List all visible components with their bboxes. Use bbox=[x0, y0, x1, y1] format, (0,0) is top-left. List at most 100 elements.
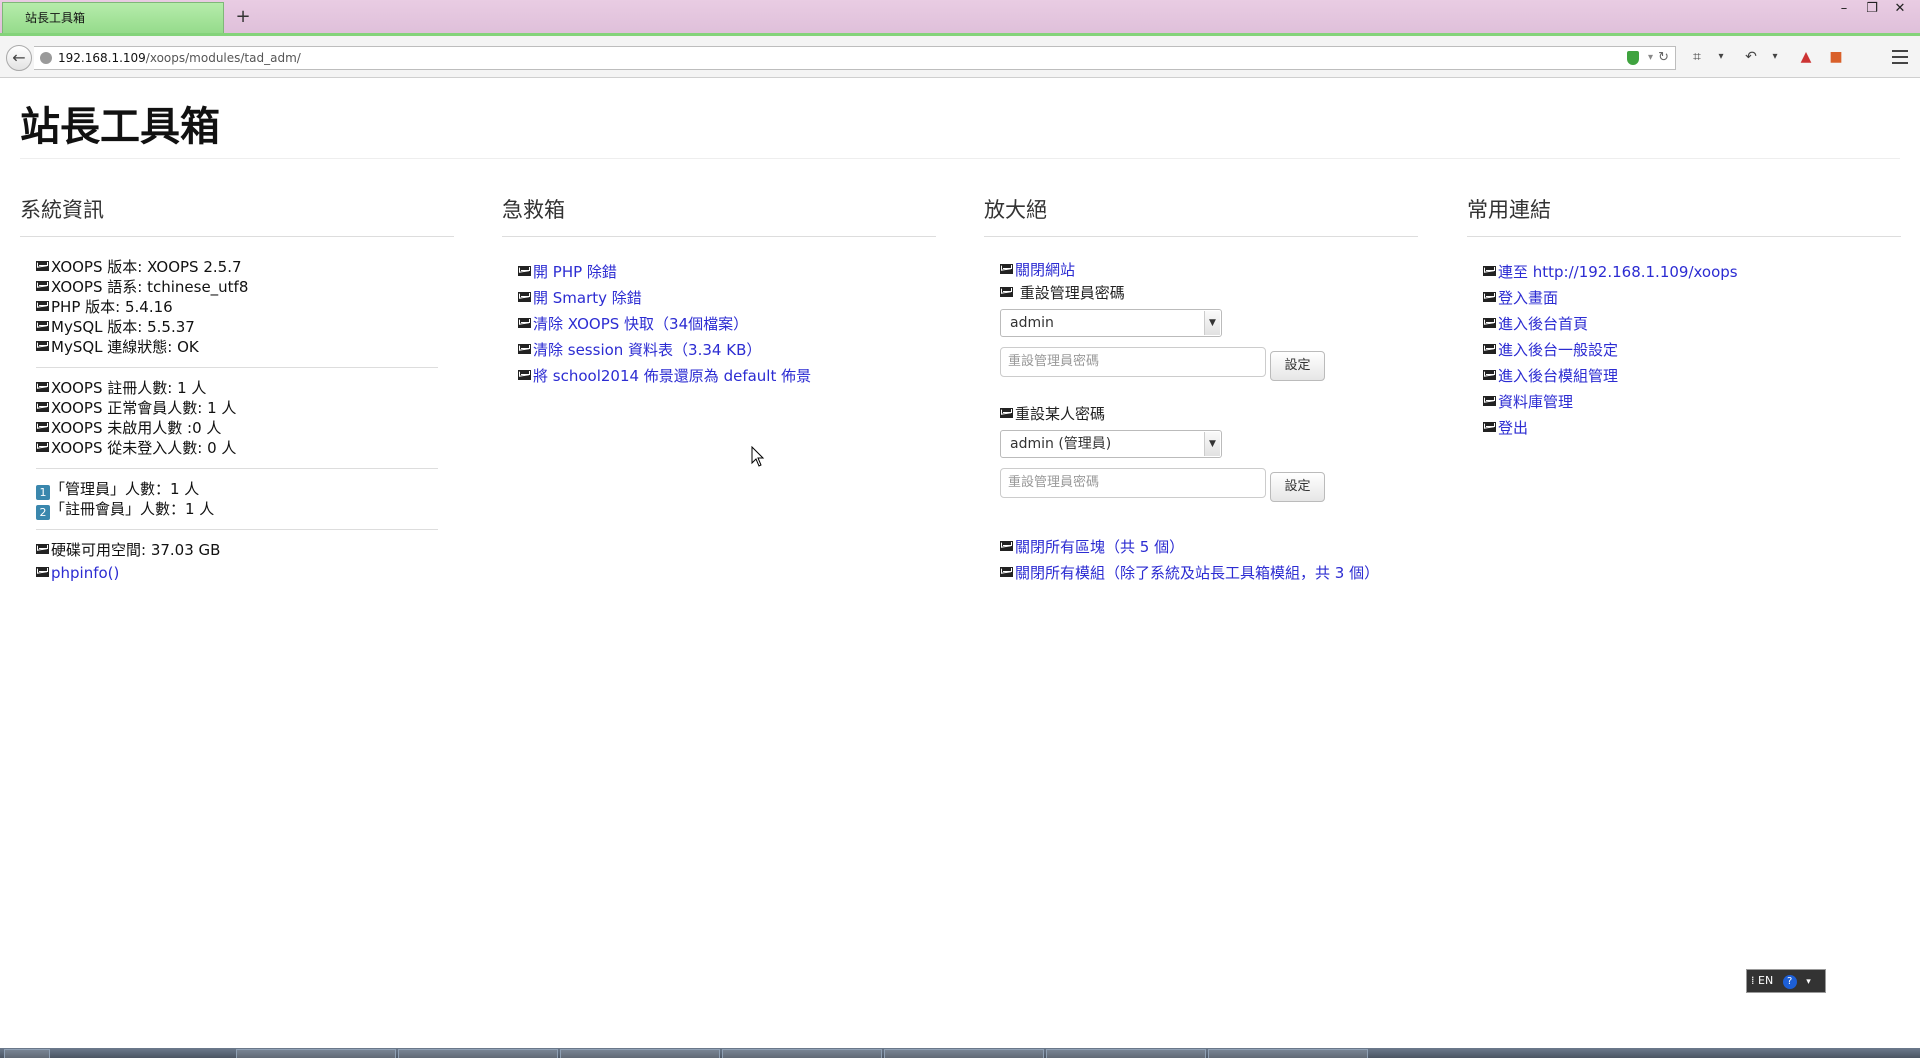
ime-toolbar[interactable]: ⁞ EN ? ▾ bbox=[1746, 969, 1826, 993]
power-tools-heading: 放大絕 bbox=[984, 198, 1047, 222]
window-controls: – ❐ ✕ bbox=[1830, 0, 1914, 20]
start-button[interactable] bbox=[4, 1049, 50, 1058]
os-taskbar bbox=[0, 1048, 1920, 1058]
smarty-debug-link[interactable]: 開 Smarty 除錯 bbox=[533, 289, 642, 307]
info-xoops-lang: XOOPS 語系: tchinese_utf8 bbox=[51, 278, 249, 296]
envelope-icon bbox=[1483, 292, 1496, 302]
envelope-icon bbox=[36, 567, 49, 577]
taskbar-item[interactable] bbox=[398, 1049, 558, 1058]
reload-icon[interactable]: ↻ bbox=[1658, 47, 1669, 69]
taskbar-item[interactable] bbox=[560, 1049, 720, 1058]
user-password-input[interactable]: 重設管理員密碼 bbox=[1000, 468, 1266, 498]
logout-link[interactable]: 登出 bbox=[1498, 419, 1528, 437]
url-dropdown-icon[interactable]: ▾ bbox=[1648, 47, 1653, 69]
sysinfo-heading: 系統資訊 bbox=[20, 198, 104, 222]
sysinfo-rule bbox=[20, 236, 454, 237]
restore-theme-link[interactable]: 將 school2014 佈景還原為 default 佈景 bbox=[533, 367, 811, 385]
reset-admin-label: 重設管理員密碼 bbox=[1019, 284, 1125, 302]
power-tools-panel: 放大絕 關閉網站 重設管理員密碼 admin ▼ 重設管理員密碼 設定 重設某人… bbox=[984, 194, 1418, 586]
user-set-button[interactable]: 設定 bbox=[1270, 472, 1325, 502]
menu-icon[interactable] bbox=[1892, 50, 1908, 64]
user-password-row: 重設管理員密碼 設定 bbox=[1000, 468, 1418, 502]
sysinfo-list: XOOPS 版本: XOOPS 2.5.7 XOOPS 語系: tchinese… bbox=[36, 257, 454, 583]
minimize-button[interactable]: – bbox=[1830, 0, 1858, 20]
user-select-value: admin (管理員) bbox=[1010, 436, 1112, 452]
taskbar-item[interactable] bbox=[1046, 1049, 1206, 1058]
url-text: 192.168.1.109/xoops/modules/tad_adm/ bbox=[58, 47, 301, 69]
phpinfo-link[interactable]: phpinfo() bbox=[51, 564, 119, 582]
info-line: PHP 版本: 5.4.16 bbox=[36, 297, 454, 317]
admin-select[interactable]: admin ▼ bbox=[1000, 309, 1222, 337]
ime-language[interactable]: EN bbox=[1758, 974, 1773, 987]
close-modules-link[interactable]: 關閉所有模組（除了系統及站長工具箱模組，共 3 個） bbox=[1015, 564, 1379, 582]
info-inactive-count: XOOPS 未啟用人數 :0 人 bbox=[51, 419, 222, 437]
page-title: 站長工具箱 bbox=[20, 104, 220, 150]
clear-session-link[interactable]: 清除 session 資料表（3.34 KB） bbox=[533, 341, 761, 359]
rescue-heading: 急救箱 bbox=[502, 198, 565, 222]
info-line: XOOPS 版本: XOOPS 2.5.7 bbox=[36, 257, 454, 277]
ime-options-icon[interactable]: ▾ bbox=[1806, 977, 1811, 987]
login-page-link[interactable]: 登入畫面 bbox=[1498, 289, 1558, 307]
restore-button[interactable]: ❐ bbox=[1858, 0, 1886, 20]
clear-cache-link[interactable]: 清除 XOOPS 快取（34個檔案） bbox=[533, 315, 748, 333]
common-links-list: 連至 http://192.168.1.109/xoops 登入畫面 進入後台首… bbox=[1483, 259, 1901, 441]
envelope-icon bbox=[36, 382, 49, 392]
close-blocks-link[interactable]: 關閉所有區塊（共 5 個） bbox=[1015, 538, 1184, 556]
envelope-icon bbox=[1000, 408, 1013, 418]
admin-set-button[interactable]: 設定 bbox=[1270, 351, 1325, 381]
envelope-icon bbox=[36, 281, 49, 291]
undo-icon[interactable]: ↶ bbox=[1742, 46, 1760, 68]
info-line: MySQL 連線狀態: OK bbox=[36, 337, 454, 357]
admin-password-input[interactable]: 重設管理員密碼 bbox=[1000, 347, 1266, 377]
common-links-heading: 常用連結 bbox=[1467, 198, 1551, 222]
close-site-link[interactable]: 關閉網站 bbox=[1015, 261, 1075, 279]
back-arrow-icon: ← bbox=[12, 48, 26, 67]
php-debug-link[interactable]: 開 PHP 除錯 bbox=[533, 263, 617, 281]
title-divider bbox=[20, 158, 1900, 159]
crop-icon[interactable]: ⌗ bbox=[1688, 46, 1706, 68]
database-admin-link[interactable]: 資料庫管理 bbox=[1498, 393, 1573, 411]
rescue-item: 開 PHP 除錯 bbox=[518, 259, 936, 285]
chevron-down-icon[interactable]: ▼ bbox=[1204, 432, 1220, 456]
site-identity-icon[interactable] bbox=[40, 52, 52, 64]
envelope-icon bbox=[36, 544, 49, 554]
info-mysql-status: MySQL 連線狀態: OK bbox=[51, 338, 199, 356]
envelope-icon bbox=[36, 321, 49, 331]
close-site-line: 關閉網站 bbox=[1000, 259, 1418, 282]
close-blocks-line: 關閉所有區塊（共 5 個） bbox=[1000, 534, 1418, 560]
address-bar[interactable]: 192.168.1.109/xoops/modules/tad_adm/ ▾ ↻ bbox=[34, 46, 1676, 70]
chevron-down-icon[interactable]: ▼ bbox=[1204, 311, 1220, 335]
info-line: XOOPS 從未登入人數: 0 人 bbox=[36, 438, 454, 458]
site-home-link[interactable]: 連至 http://192.168.1.109/xoops bbox=[1498, 263, 1738, 281]
info-line: 硬碟可用空間: 37.03 GB bbox=[36, 540, 454, 560]
taskbar-item[interactable] bbox=[236, 1049, 396, 1058]
close-window-button[interactable]: ✕ bbox=[1886, 0, 1914, 20]
help-icon[interactable]: ? bbox=[1782, 975, 1797, 989]
shield-icon[interactable] bbox=[1627, 51, 1639, 65]
taskbar-item[interactable] bbox=[884, 1049, 1044, 1058]
power-tools-body: 關閉網站 重設管理員密碼 admin ▼ 重設管理員密碼 設定 重設某人密碼 a… bbox=[1000, 259, 1418, 586]
undo-dropdown-icon[interactable]: ▾ bbox=[1768, 46, 1782, 68]
info-line: XOOPS 註冊人數: 1 人 bbox=[36, 378, 454, 398]
reset-user-label: 重設某人密碼 bbox=[1015, 405, 1106, 423]
crop-dropdown-icon[interactable]: ▾ bbox=[1714, 46, 1728, 68]
sysinfo-separator bbox=[36, 468, 438, 469]
envelope-icon bbox=[518, 370, 531, 380]
new-tab-button[interactable]: + bbox=[230, 3, 256, 31]
back-button[interactable]: ← bbox=[6, 45, 32, 71]
envelope-icon bbox=[36, 442, 49, 452]
user-select[interactable]: admin (管理員) ▼ bbox=[1000, 430, 1222, 458]
taskbar-item[interactable] bbox=[1208, 1049, 1368, 1058]
addon-flame-icon[interactable]: ▲ bbox=[1798, 46, 1814, 68]
admin-general-settings-link[interactable]: 進入後台一般設定 bbox=[1498, 341, 1618, 359]
group-member-count: 「註冊會員」人數：1 人 bbox=[50, 500, 215, 518]
envelope-icon bbox=[1483, 318, 1496, 328]
addon-package-icon[interactable]: ■ bbox=[1828, 46, 1844, 68]
browser-tab[interactable]: 站長工具箱 bbox=[2, 2, 224, 33]
envelope-icon bbox=[36, 422, 49, 432]
taskbar-item[interactable] bbox=[722, 1049, 882, 1058]
admin-modules-link[interactable]: 進入後台模組管理 bbox=[1498, 367, 1618, 385]
admin-home-link[interactable]: 進入後台首頁 bbox=[1498, 315, 1588, 333]
reset-admin-line: 重設管理員密碼 bbox=[1000, 282, 1418, 305]
group-badge: 2 bbox=[36, 505, 50, 520]
